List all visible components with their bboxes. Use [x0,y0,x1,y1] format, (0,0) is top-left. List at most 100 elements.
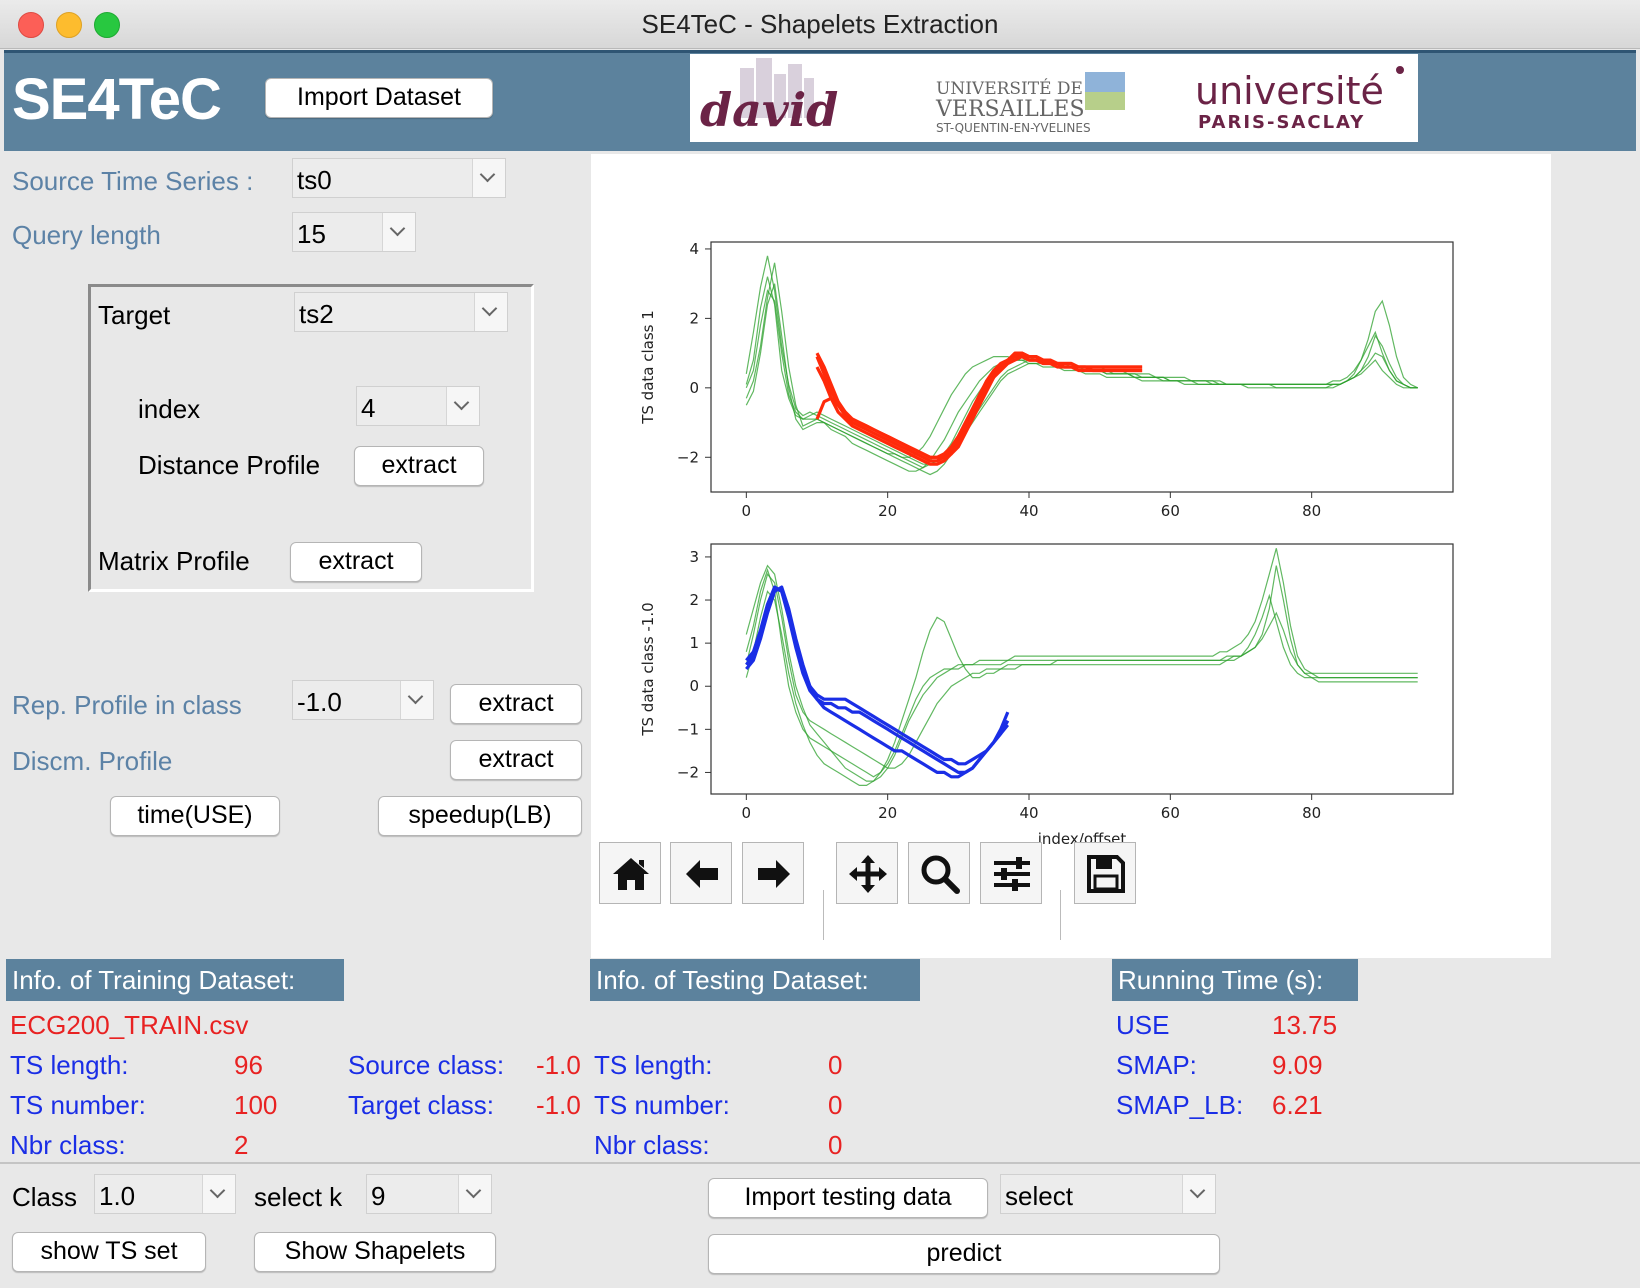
logo-banner: david UNIVERSITÉ DE VERSAILLES ST-QUENTI… [690,54,1418,142]
predict-button[interactable]: predict [708,1234,1220,1274]
save-icon [1087,855,1125,893]
target-class-label: Target class: [348,1090,494,1120]
back-button[interactable] [670,842,732,904]
distance-profile-extract-button[interactable]: extract [354,446,484,486]
paris-saclay-line1: université [1195,69,1384,113]
toolbar-divider [1060,890,1061,940]
training-info-header: Info. of Training Dataset: [6,959,344,1001]
save-button[interactable] [1074,842,1136,904]
testing-ts-length-label: TS length: [594,1050,713,1080]
pan-icon [849,855,887,893]
source-ts-value: ts0 [297,165,332,195]
speedup-lb-button[interactable]: speedup(LB) [378,796,582,836]
y-tick-label: 0 [689,677,699,695]
x-tick-label: 0 [742,502,752,520]
source-ts-label: Source Time Series : [12,166,254,196]
show-shapelets-button[interactable]: Show Shapelets [254,1232,496,1272]
configure-subplots-icon [994,857,1030,891]
chevron-down-icon [458,1175,491,1213]
forward-button[interactable] [742,842,804,904]
class-value: 1.0 [99,1181,136,1211]
training-nbr-class-value: 2 [234,1130,249,1160]
testing-nbr-class-label: Nbr class: [594,1130,710,1160]
index-select[interactable]: 4 [356,386,480,426]
class-label: Class [12,1182,78,1212]
x-tick-label: 80 [1302,804,1321,822]
query-length-value: 15 [297,219,326,249]
y-tick-label: 2 [689,309,699,327]
index-label: index [138,394,201,424]
matrix-profile-extract-button[interactable]: extract [290,542,422,582]
chevron-down-icon [400,681,433,719]
david-logo-text: david [700,83,838,137]
y-tick-label: −2 [677,448,699,466]
rep-profile-class-select[interactable]: -1.0 [292,680,434,720]
training-ts-number-value: 100 [234,1090,278,1120]
training-file-name: ECG200_TRAIN.csv [10,1010,249,1040]
time-use-button[interactable]: time(USE) [110,796,280,836]
pan-button[interactable] [836,842,898,904]
testing-ts-length-value: 0 [828,1050,843,1080]
distance-profile-label: Distance Profile [138,450,321,480]
zoom-icon [921,855,960,894]
discm-profile-extract-button[interactable]: extract [450,740,582,780]
smaplb-time-value: 6.21 [1272,1090,1323,1120]
x-tick-label: 20 [878,804,897,822]
testing-info-header: Info. of Testing Dataset: [590,959,920,1001]
index-value: 4 [361,393,376,423]
rep-profile-extract-button[interactable]: extract [450,684,582,724]
query-length-select[interactable]: 15 [292,212,416,252]
target-label: Target [98,300,171,330]
import-dataset-button[interactable]: Import Dataset [265,78,493,118]
app-brand: SE4TeC [12,67,222,132]
smaplb-label: SMAP_LB: [1116,1090,1244,1120]
plot-canvas: 0 20 40 60 80 4 2 0 −2 TS data class 1 0 20 40 60 80 3 2… [591,154,1551,958]
y-tick-label: −1 [677,720,699,738]
uvsq-line3: ST-QUENTIN-EN-YVELINES [936,121,1091,135]
testing-nbr-class-value: 0 [828,1130,843,1160]
target-select[interactable]: ts2 [294,292,508,332]
zoom-button[interactable] [908,842,970,904]
smap-label: SMAP: [1116,1050,1197,1080]
plot-svg: 0 20 40 60 80420−2TS data class 10 20 40 60 8032… [639,240,1454,848]
source-ts-select[interactable]: ts0 [292,158,506,198]
training-nbr-class-label: Nbr class: [10,1130,126,1160]
chevron-down-icon [446,387,479,425]
training-ts-length-value: 96 [234,1050,263,1080]
testing-ts-number-label: TS number: [594,1090,730,1120]
home-icon [613,858,649,890]
configure-subplots-button[interactable] [980,842,1042,904]
training-ts-number-label: TS number: [10,1090,146,1120]
use-label: USE [1116,1010,1170,1040]
smap-time-value: 9.09 [1272,1050,1323,1080]
select-k-label: select k [254,1182,343,1212]
use-time-value: 13.75 [1272,1010,1338,1040]
chevron-down-icon [472,159,505,197]
chevron-down-icon [202,1175,235,1213]
y-tick-label: 3 [689,548,699,566]
running-time-header: Running Time (s): [1112,959,1358,1001]
plot-axes-frame [710,543,1454,795]
home-button[interactable] [599,842,661,904]
select-k-select[interactable]: 9 [366,1174,492,1214]
back-arrow-icon [686,860,718,888]
testing-ts-number-value: 0 [828,1090,843,1120]
select-k-value: 9 [371,1181,386,1211]
x-tick-label: 20 [878,502,897,520]
y-tick-label: 2 [689,591,699,609]
y-tick-label: 4 [689,240,699,258]
class-select[interactable]: 1.0 [94,1174,236,1214]
matrix-profile-label: Matrix Profile [98,546,250,576]
show-ts-set-button[interactable]: show TS set [12,1232,206,1272]
y-tick-label: −2 [677,763,699,781]
testing-select[interactable]: select [1000,1174,1216,1214]
testing-select-value: select [1005,1181,1073,1211]
target-value: ts2 [299,299,334,329]
rep-profile-class-value: -1.0 [297,687,342,717]
y-axis-label: TS data class -1.0 [639,602,657,736]
training-ts-length-label: TS length: [10,1050,129,1080]
chevron-down-icon [382,213,415,251]
import-testing-data-button[interactable]: Import testing data [708,1178,988,1218]
uvsq-line2: VERSAILLES [935,97,1085,122]
x-tick-label: 0 [742,804,752,822]
